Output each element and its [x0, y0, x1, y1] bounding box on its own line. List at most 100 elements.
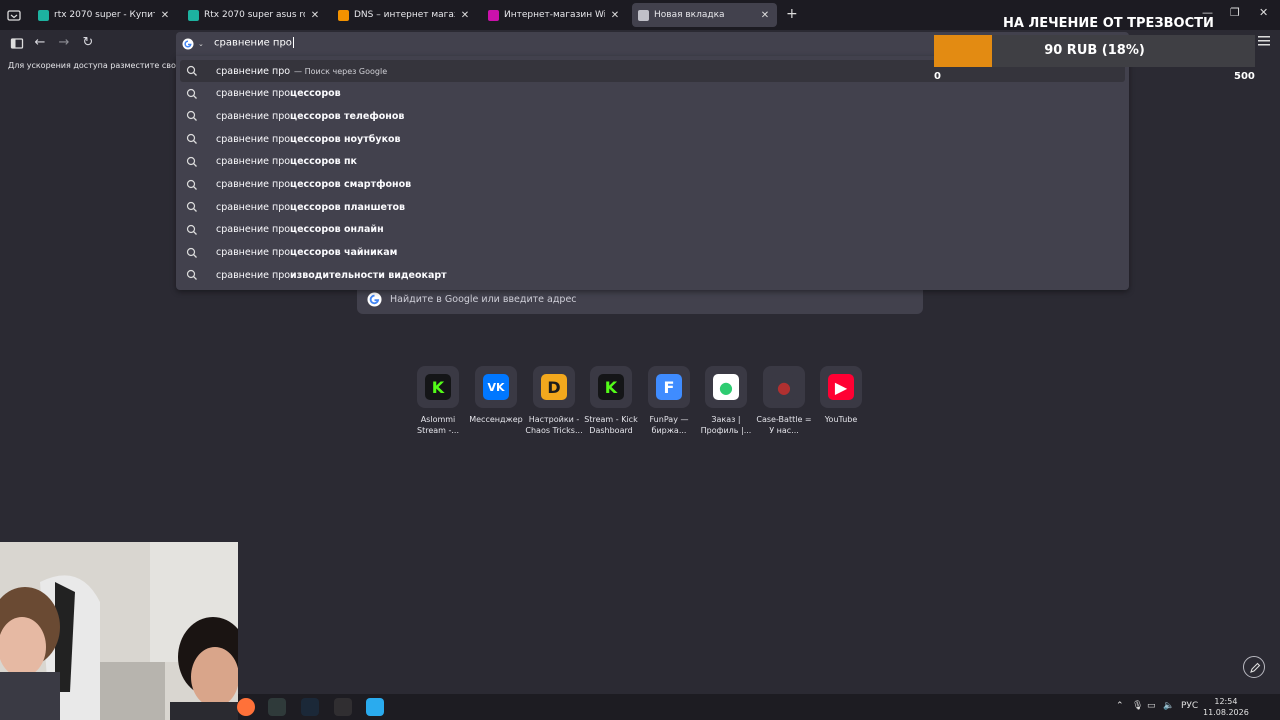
obs-icon[interactable]: [334, 698, 352, 716]
tab-close-icon[interactable]: ✕: [759, 10, 771, 21]
tab-close-icon[interactable]: ✕: [459, 10, 471, 21]
chevron-down-icon: ⌄: [198, 40, 204, 48]
tab-close-icon[interactable]: ✕: [159, 10, 171, 21]
suggestion-typed: сравнение про: [216, 224, 291, 236]
suggestion-item[interactable]: сравнение про цессоров смартфонов: [180, 174, 1125, 196]
suggestions-dropdown: сравнение про — Поиск через Google сравнен…: [176, 56, 1129, 290]
tab-favicon-icon: [638, 9, 649, 21]
tab[interactable]: Новая вкладка ✕: [632, 3, 777, 27]
top-site-tile[interactable]: D Настройки - Chaos Tricks...: [525, 366, 583, 436]
suggestion-completion: цессоров: [290, 88, 341, 100]
suggestion-item[interactable]: сравнение про цессоров пк: [180, 151, 1125, 173]
top-site-label: Мессенджер: [467, 414, 525, 425]
steam-icon[interactable]: [301, 698, 319, 716]
search-engine-button[interactable]: ⌄: [182, 36, 208, 52]
suggestion-item[interactable]: сравнение про цессоров: [180, 83, 1125, 105]
volume-icon[interactable]: 🔈: [1163, 701, 1174, 711]
search-icon: [186, 247, 197, 258]
telegram-icon[interactable]: [366, 698, 384, 716]
language-indicator[interactable]: РУС: [1181, 701, 1198, 711]
search-icon: [186, 133, 197, 145]
suggestion-item[interactable]: сравнение про изводительности видеокарт: [180, 264, 1125, 286]
clock[interactable]: 12:54 11.08.2026: [1203, 696, 1249, 718]
top-site-tile[interactable]: K Aslommi Stream -...: [409, 366, 467, 436]
top-site-tile[interactable]: ▶ YouTube: [812, 366, 870, 425]
tab-list-icon[interactable]: [6, 7, 22, 23]
clock-date: 11.08.2026: [1203, 708, 1249, 717]
app-icon[interactable]: [268, 698, 286, 716]
top-site-label: Заказ | Профиль |...: [697, 414, 755, 436]
donation-min-label: 0: [934, 71, 941, 82]
top-site-label-line2: У нас...: [769, 426, 799, 435]
tab[interactable]: Rtx 2070 super asus rog strix купить ✕: [182, 3, 327, 27]
suggestion-completion: цессоров онлайн: [290, 224, 384, 236]
ntp-search-placeholder: Найдите в Google или введите адрес: [390, 294, 577, 305]
donationalerts-icon: D: [541, 374, 567, 400]
tab-close-icon[interactable]: ✕: [309, 10, 321, 21]
suggestion-item[interactable]: сравнение про цессоров онлайн: [180, 219, 1125, 241]
suggestion-item[interactable]: сравнение про цессоров ноутбуков: [180, 128, 1125, 150]
top-site-icon-frame: K: [417, 366, 459, 408]
search-icon: [186, 111, 197, 122]
top-site-icon-frame: ●: [763, 366, 805, 408]
url-input[interactable]: сравнение про: [214, 37, 294, 49]
top-site-label-line2: Dashboard: [589, 426, 633, 435]
firefox-icon[interactable]: [237, 698, 255, 716]
search-icon: [186, 270, 197, 281]
reload-icon[interactable]: ↻: [81, 36, 95, 50]
top-site-tile[interactable]: ● Заказ | Профиль |...: [697, 366, 755, 436]
sidebar-icon[interactable]: [10, 36, 24, 50]
funpay-icon: F: [656, 374, 682, 400]
top-site-label-line2: биржа...: [651, 426, 687, 435]
close-window-button[interactable]: ✕: [1259, 6, 1268, 19]
tab-close-icon[interactable]: ✕: [609, 10, 621, 21]
suggestion-typed: сравнение про: [216, 201, 291, 213]
tray-chevron-icon[interactable]: ⌃: [1116, 701, 1124, 711]
suggestion-typed: сравнение про: [216, 269, 291, 281]
search-icon: [186, 156, 197, 167]
google-icon: [367, 292, 382, 307]
tab[interactable]: DNS – интернет магазин цифровой ✕: [332, 3, 477, 27]
top-site-icon-frame: F: [648, 366, 690, 408]
top-site-label-line1: Заказ |: [711, 415, 741, 424]
suggestion-completion: цессоров пк: [290, 156, 357, 168]
customize-pencil-icon[interactable]: [1243, 656, 1265, 678]
bookmarks-hint: Для ускорения доступа разместите свои за…: [8, 61, 176, 70]
top-site-label-line2: Профиль |...: [700, 426, 752, 435]
tab-title: Интернет-магазин Wildberries: [504, 10, 605, 20]
restore-button[interactable]: ❐: [1230, 6, 1240, 19]
tab[interactable]: rtx 2070 super - Купить видеокарту ✕: [32, 3, 177, 27]
tab-favicon-icon: [338, 9, 349, 21]
new-tab-button[interactable]: +: [786, 7, 798, 21]
suggestion-typed: сравнение про: [216, 179, 291, 190]
tab-title: DNS – интернет магазин цифровой: [354, 10, 455, 20]
top-site-tile[interactable]: ● Case-Battle = У нас...: [755, 366, 813, 436]
top-site-icon-frame: VK: [475, 366, 517, 408]
forward-icon[interactable]: →: [57, 36, 71, 50]
search-icon: [186, 202, 197, 213]
top-site-label-line1: Мессенджер: [469, 415, 523, 424]
microphone-icon[interactable]: 🎙: [1132, 701, 1143, 711]
suggestion-typed: сравнение про: [216, 110, 291, 122]
clock-time: 12:54: [1214, 697, 1238, 706]
top-site-tile[interactable]: K Stream - Kick Dashboard: [582, 366, 640, 436]
suggestion-item[interactable]: сравнение про цессоров планшетов: [180, 196, 1125, 218]
suggestion-item[interactable]: сравнение про цессоров телефонов: [180, 105, 1125, 127]
suggestion-typed: сравнение про: [216, 65, 291, 77]
top-site-label: FunPay — биржа...: [640, 414, 698, 436]
tab-favicon-icon: [488, 9, 499, 21]
top-site-tile[interactable]: VK Мессенджер: [467, 366, 525, 425]
top-site-icon-frame: D: [533, 366, 575, 408]
back-icon[interactable]: ←: [33, 36, 47, 50]
network-icon[interactable]: ▭: [1147, 701, 1156, 711]
suggestion-hint: — Поиск через Google: [294, 66, 388, 76]
vk-icon: VK: [483, 374, 509, 400]
suggestion-item[interactable]: сравнение про цессоров чайникам: [180, 242, 1125, 264]
hamburger-menu-icon[interactable]: [1258, 36, 1270, 46]
tab-favicon-icon: [188, 9, 199, 21]
top-site-tile[interactable]: F FunPay — биржа...: [640, 366, 698, 436]
google-icon: [182, 38, 194, 50]
tab[interactable]: Интернет-магазин Wildberries ✕: [482, 3, 627, 27]
top-site-label-line2: Stream -...: [416, 426, 459, 435]
top-site-label: Aslommi Stream -...: [409, 414, 467, 436]
